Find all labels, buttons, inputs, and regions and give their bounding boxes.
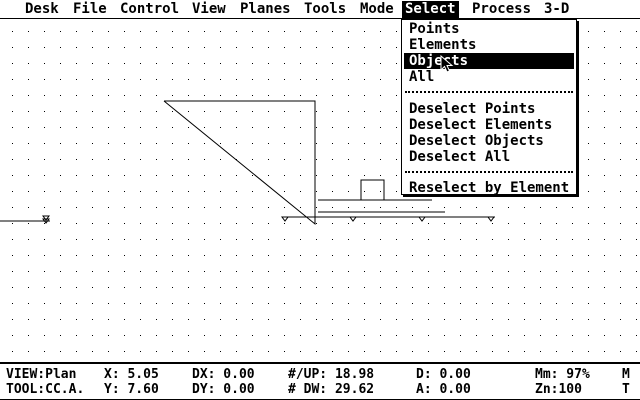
status-bar: VIEW:Plan TOOL:CC.A. X: 5.05 Y: 7.60 DX:… xyxy=(0,362,640,400)
status-dx: DX: 0.00 xyxy=(192,367,255,382)
mouse-pointer-icon xyxy=(440,55,454,73)
menu-tools[interactable]: Tools xyxy=(301,1,349,18)
menu-item-all[interactable]: All xyxy=(404,69,574,85)
menu-item-deselect-all[interactable]: Deselect All xyxy=(404,149,574,165)
menu-mode[interactable]: Mode xyxy=(357,1,397,18)
menu-select[interactable]: Select xyxy=(402,1,459,18)
menu-view[interactable]: View xyxy=(189,1,229,18)
menu-item-deselect-points[interactable]: Deselect Points xyxy=(404,101,574,117)
status-a: A: 0.00 xyxy=(416,382,471,397)
status-view: VIEW:Plan xyxy=(6,367,77,382)
status-up: #/UP: 18.98 xyxy=(288,367,375,382)
menu-3d[interactable]: 3-D xyxy=(541,1,572,18)
menu-planes[interactable]: Planes xyxy=(237,1,294,18)
status-t: T xyxy=(622,382,630,397)
status-mm: Mm: 97% xyxy=(535,367,590,382)
status-y: Y: 7.60 xyxy=(104,382,159,397)
status-dy: DY: 0.00 xyxy=(192,382,255,397)
menu-process[interactable]: Process xyxy=(469,1,534,18)
menu-item-reselect-by-element[interactable]: Reselect by Element xyxy=(404,180,574,196)
menu-desk[interactable]: Desk xyxy=(22,1,62,18)
menu-item-deselect-objects[interactable]: Deselect Objects xyxy=(404,133,574,149)
status-d: D: 0.00 xyxy=(416,367,471,382)
menu-item-objects[interactable]: Objects xyxy=(404,53,574,69)
status-dw: # DW: 29.62 xyxy=(288,382,375,397)
status-x: X: 5.05 xyxy=(104,367,159,382)
menu-item-points[interactable]: Points xyxy=(404,21,574,37)
status-m: M xyxy=(622,367,630,382)
menu-bar: Desk File Control View Planes Tools Mode… xyxy=(0,0,640,19)
menu-control[interactable]: Control xyxy=(117,1,182,18)
menu-separator xyxy=(405,91,573,93)
status-zm: Zn:100 xyxy=(535,382,582,397)
select-menu-dropdown: Points Elements Objects All Deselect Poi… xyxy=(401,19,577,196)
menu-file[interactable]: File xyxy=(70,1,110,18)
menu-item-deselect-elements[interactable]: Deselect Elements xyxy=(404,117,574,133)
menu-item-elements[interactable]: Elements xyxy=(404,37,574,53)
menu-separator xyxy=(405,171,573,173)
status-tool: TOOL:CC.A. xyxy=(6,382,85,397)
